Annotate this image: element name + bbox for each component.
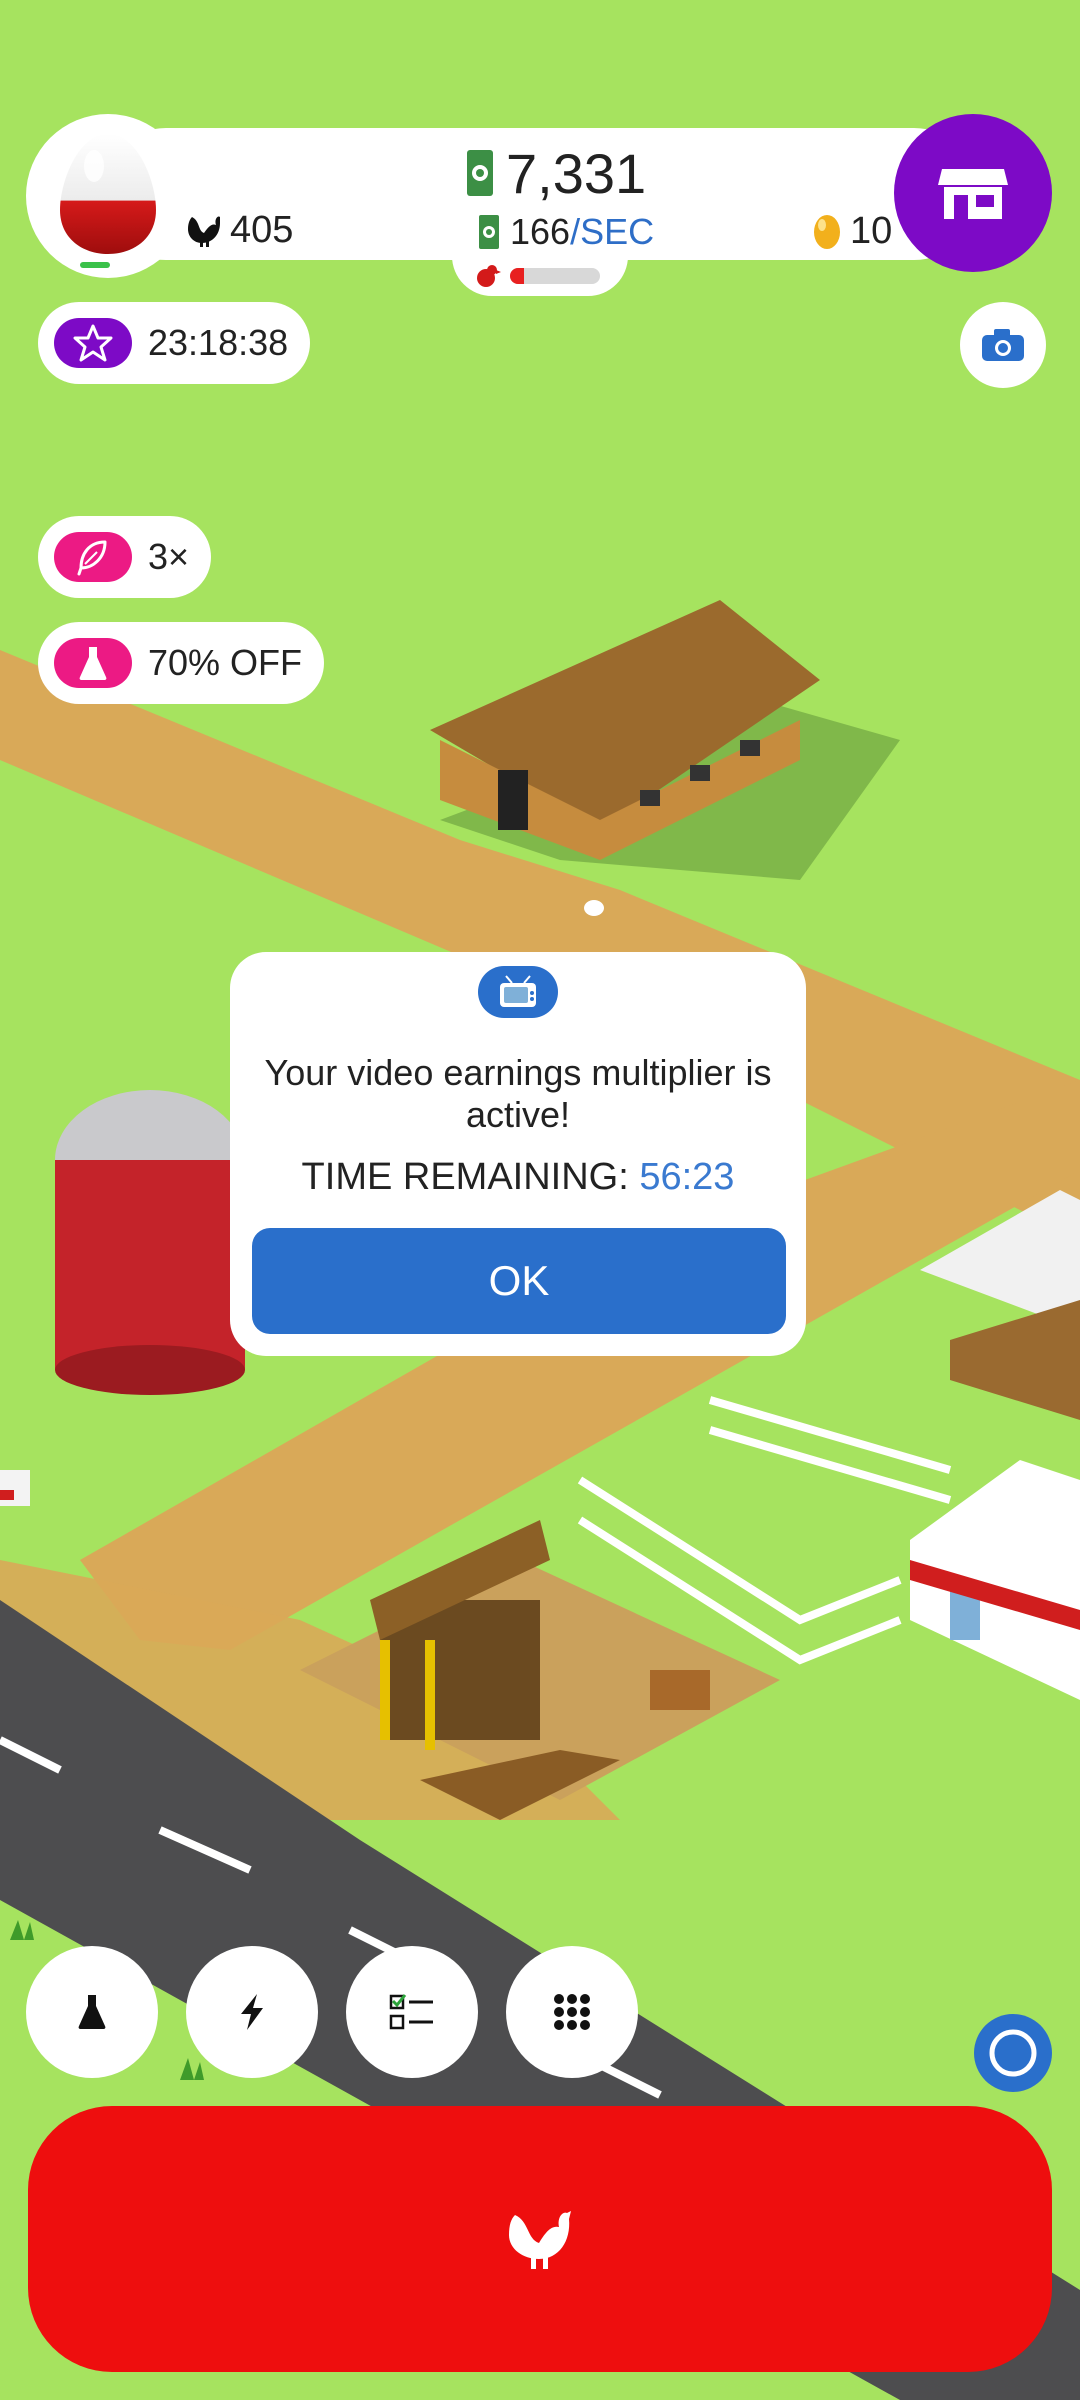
star-icon	[54, 318, 132, 368]
money-rate-unit: /SEC	[570, 211, 655, 252]
money-rate-value: 166/SEC	[510, 211, 655, 252]
golden-egg-icon	[814, 215, 840, 249]
feather-multiplier-label: 3×	[148, 536, 190, 577]
dialog-message: Your video earnings multiplier is active…	[264, 1052, 772, 1135]
chick-icon	[477, 265, 501, 287]
lightning-icon	[241, 1994, 263, 2030]
menu-button[interactable]	[506, 1946, 638, 2078]
shop-button[interactable]	[894, 114, 1052, 272]
tv-icon	[478, 966, 558, 1018]
camera-icon	[982, 329, 1024, 361]
time-remaining-label: TIME REMAINING:	[301, 1156, 629, 1198]
boost-timer-label: 23:18:38	[148, 322, 289, 363]
assistant-button[interactable]	[974, 2014, 1052, 2092]
quests-button[interactable]	[346, 1946, 478, 2078]
feather-multiplier-pill[interactable]: 3×	[38, 516, 212, 598]
egg-progress-fill	[510, 268, 524, 284]
chicken-icon	[188, 216, 220, 247]
dialog-time-remaining: TIME REMAINING: 56:23	[230, 1156, 806, 1199]
boost-button[interactable]	[186, 1946, 318, 2078]
egg-charge-indicator	[80, 262, 110, 268]
spawn-chicken-button[interactable]	[28, 2106, 1052, 2372]
flask-icon	[78, 1995, 106, 2029]
boost-timer-pill[interactable]: 23:18:38	[38, 302, 311, 384]
research-button[interactable]	[26, 1946, 158, 2078]
checklist-icon	[389, 1994, 433, 2030]
golden-egg-value: 10	[850, 209, 893, 252]
ok-button[interactable]: OK	[252, 1228, 786, 1334]
cash-small-icon	[479, 215, 499, 249]
golden-egg-count: 10	[812, 206, 892, 256]
ring-icon	[989, 2029, 1037, 2077]
money-rate: 166/SEC	[478, 208, 654, 256]
money-total: 7,331	[466, 140, 646, 206]
camera-button[interactable]	[960, 302, 1046, 388]
research-discount-label: 70% OFF	[148, 642, 303, 683]
grid-icon	[554, 1994, 590, 2030]
research-discount-pill[interactable]: 70% OFF	[38, 622, 325, 704]
chicken-icon	[509, 2211, 571, 2269]
money-value: 7,331	[506, 141, 647, 205]
cash-icon	[467, 150, 493, 196]
shop-icon	[938, 169, 1008, 219]
chicken-count-value: 405	[230, 208, 294, 251]
time-remaining-value: 56:23	[639, 1156, 735, 1198]
feather-icon	[54, 532, 132, 582]
flask-icon	[54, 638, 132, 688]
chicken-count: 405	[186, 205, 293, 255]
egg-icon	[60, 134, 156, 254]
egg-progress-bar	[510, 268, 600, 284]
